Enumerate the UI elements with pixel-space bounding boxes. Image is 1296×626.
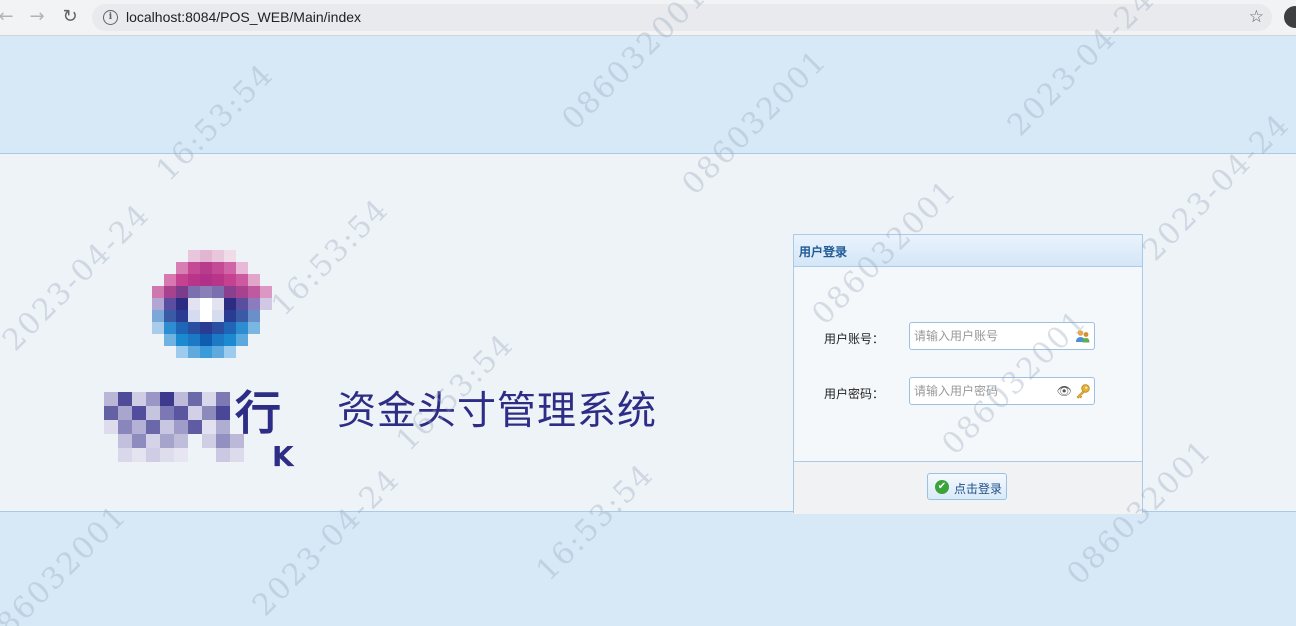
key-icon (1076, 384, 1090, 399)
login-panel-title: 用户登录 (799, 245, 848, 259)
star-icon[interactable]: ☆ (1249, 7, 1264, 27)
footer-band (0, 512, 1296, 626)
info-icon[interactable]: i (103, 10, 118, 25)
address-bar[interactable]: i localhost:8084/POS_WEB/Main/index ☆ (92, 4, 1272, 31)
login-panel-header: 用户登录 (794, 235, 1142, 267)
login-panel-footer: ✔ 点击登录 (794, 461, 1142, 514)
username-label: 用户账号： (824, 332, 885, 346)
profile-avatar-icon[interactable] (1284, 6, 1296, 28)
back-icon[interactable]: ← (0, 6, 18, 28)
username-input[interactable] (914, 327, 1054, 345)
bank-english-letter: K (272, 440, 294, 473)
login-panel: 用户登录 用户账号： 用户密码： 👁 ✔ 点击登录 (793, 234, 1143, 514)
users-icon (1076, 330, 1090, 343)
login-button-label: 点击登录 (954, 482, 1003, 496)
password-field[interactable]: 👁 (909, 377, 1095, 405)
username-field[interactable] (909, 322, 1095, 350)
bank-logo-icon (152, 250, 272, 358)
url-text[interactable]: localhost:8084/POS_WEB/Main/index (126, 8, 361, 27)
header-band (0, 36, 1296, 154)
check-circle-icon: ✔ (935, 480, 949, 494)
password-input[interactable] (914, 382, 1054, 400)
forward-icon[interactable]: → (25, 6, 49, 28)
password-label: 用户密码： (824, 387, 885, 401)
browser-toolbar: ← → ↻ i localhost:8084/POS_WEB/Main/inde… (0, 0, 1296, 36)
reload-icon[interactable]: ↻ (58, 6, 82, 28)
login-button[interactable]: ✔ 点击登录 (927, 473, 1007, 500)
eye-icon[interactable]: 👁 (1057, 385, 1072, 397)
system-title: 资金头寸管理系统 (337, 389, 658, 434)
bank-name-char: 行 (235, 386, 281, 440)
